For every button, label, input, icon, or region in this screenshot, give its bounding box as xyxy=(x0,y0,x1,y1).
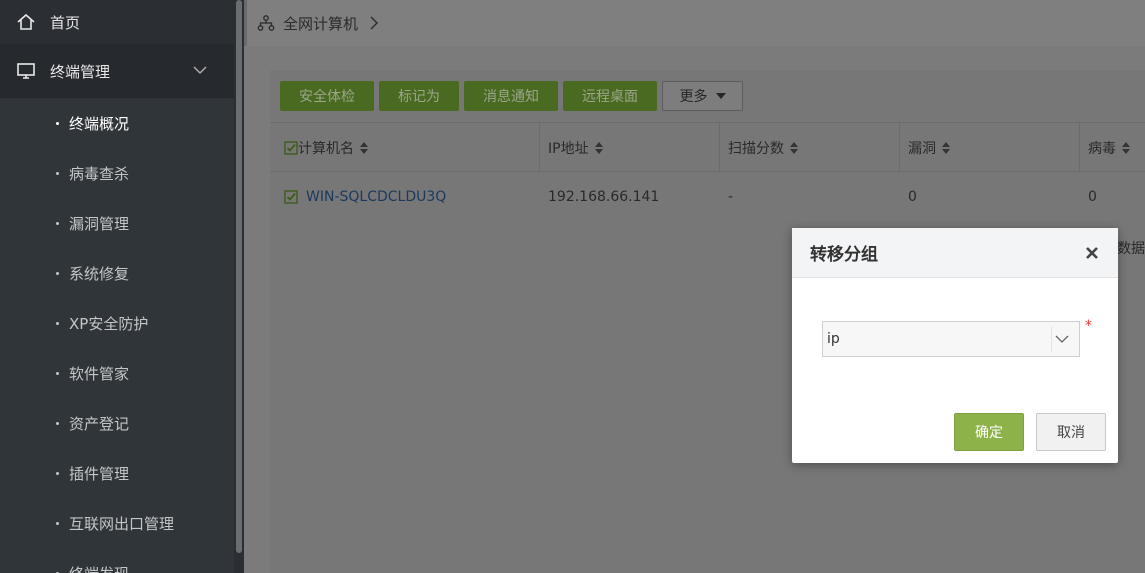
bullet xyxy=(56,471,59,475)
cell-computer-name[interactable]: WIN-SQLCDCLDU3Q xyxy=(270,172,540,222)
chevron-down-icon[interactable] xyxy=(1055,335,1069,344)
sidebar-item-software[interactable]: 软件管家 xyxy=(0,348,234,398)
sidebar-item-label: 漏洞管理 xyxy=(69,214,130,233)
cell-score: - xyxy=(728,189,734,205)
bullet xyxy=(56,321,59,325)
sidebar-item-label: XP安全防护 xyxy=(69,314,149,333)
cancel-button[interactable]: 取消 xyxy=(1036,413,1106,451)
chevron-right-icon xyxy=(370,16,379,30)
sidebar-item-label: 插件管理 xyxy=(69,464,130,483)
home-icon xyxy=(17,13,35,30)
checkbox-checked-icon[interactable] xyxy=(284,190,298,204)
column-header-label: IP地址 xyxy=(548,141,589,157)
sidebar-item-xp-protection[interactable]: XP安全防护 xyxy=(0,298,234,348)
sidebar-item-label: 终端概况 xyxy=(69,114,130,133)
message-notify-button[interactable]: 消息通知 xyxy=(464,81,558,111)
checkbox-checked-icon[interactable] xyxy=(284,141,298,155)
close-icon[interactable] xyxy=(1085,246,1099,260)
sidebar-item-label: 系统修复 xyxy=(69,264,130,283)
dialog-title: 转移分组 xyxy=(810,245,878,265)
column-header-label: 漏洞 xyxy=(908,141,936,157)
sidebar-item-overview[interactable]: 终端概况 xyxy=(0,98,234,148)
column-header-name[interactable]: 计算机名 xyxy=(270,123,540,173)
column-header-label: 计算机名 xyxy=(298,141,354,157)
cell-vuln: 0 xyxy=(908,189,917,205)
transfer-group-dialog: 转移分组 ip * 确定 取消 xyxy=(792,228,1118,463)
mark-as-button[interactable]: 标记为 xyxy=(379,81,459,111)
sidebar: 首页 终端管理 终端概况 病毒查杀 漏洞管理 系统修复 XP安全防护 软件管家 … xyxy=(0,0,234,573)
group-select-value: ip xyxy=(827,331,840,347)
more-button[interactable]: 更多 xyxy=(662,81,743,111)
sort-icon[interactable] xyxy=(360,142,368,154)
sidebar-item-vulnerability[interactable]: 漏洞管理 xyxy=(0,198,234,248)
sidebar-item-label: 软件管家 xyxy=(69,364,130,383)
sidebar-item-label: 病毒查杀 xyxy=(69,164,130,183)
caret-down-icon xyxy=(715,93,726,99)
column-header-vuln[interactable]: 漏洞 xyxy=(900,123,1080,173)
nav-home[interactable]: 首页 xyxy=(0,0,234,44)
sidebar-item-system-repair[interactable]: 系统修复 xyxy=(0,248,234,298)
monitor-icon xyxy=(17,63,35,79)
sort-icon[interactable] xyxy=(1122,142,1130,154)
sort-icon[interactable] xyxy=(790,142,798,154)
column-header-label: 病毒 xyxy=(1088,141,1116,157)
column-header-virus[interactable]: 病毒 xyxy=(1080,123,1145,173)
toolbar: 安全体检 标记为 消息通知 远程桌面 更多 xyxy=(270,70,1145,122)
computer-name-link[interactable]: WIN-SQLCDCLDU3Q xyxy=(306,189,446,205)
bullet xyxy=(56,171,59,175)
bullet xyxy=(56,221,59,225)
sort-icon[interactable] xyxy=(594,142,603,154)
column-header-score[interactable]: 扫描分数 xyxy=(720,123,900,173)
sidebar-item-label: 互联网出口管理 xyxy=(69,514,175,533)
chevron-down-icon xyxy=(193,66,207,75)
sidebar-item-antivirus[interactable]: 病毒查杀 xyxy=(0,148,234,198)
more-button-label: 更多 xyxy=(679,89,708,105)
sidebar-item-label: 资产登记 xyxy=(69,414,130,433)
sidebar-item-plugins[interactable]: 插件管理 xyxy=(0,448,234,498)
sidebar-item-discovery[interactable]: 终端发现 xyxy=(0,548,234,573)
confirm-button[interactable]: 确定 xyxy=(954,413,1024,451)
select-divider xyxy=(1051,326,1052,352)
cell-virus: 0 xyxy=(1088,189,1097,205)
bullet xyxy=(56,121,59,125)
security-check-button[interactable]: 安全体检 xyxy=(280,81,374,111)
bullet xyxy=(56,521,59,525)
required-marker: * xyxy=(1085,318,1092,334)
nav-home-label: 首页 xyxy=(50,13,81,32)
bullet xyxy=(56,371,59,375)
table-header: 计算机名 IP地址 扫描分数 漏洞 病毒 xyxy=(270,122,1145,173)
bullet xyxy=(56,271,59,275)
remote-desktop-button[interactable]: 远程桌面 xyxy=(563,81,657,111)
table-footer-text: 数据 xyxy=(1117,241,1145,257)
table-row[interactable]: WIN-SQLCDCLDU3Q 192.168.66.141 - 0 0 xyxy=(270,172,1145,222)
sidebar-scrollbar[interactable] xyxy=(234,0,244,573)
sort-icon[interactable] xyxy=(942,142,950,154)
nav-group-terminal[interactable]: 终端管理 xyxy=(0,44,234,98)
sidebar-item-internet-exit[interactable]: 互联网出口管理 xyxy=(0,498,234,548)
dialog-header: 转移分组 xyxy=(792,228,1118,278)
sidebar-item-label: 终端发现 xyxy=(69,563,129,573)
group-select[interactable]: ip xyxy=(822,321,1080,357)
sidebar-item-assets[interactable]: 资产登记 xyxy=(0,398,234,448)
column-header-label: 扫描分数 xyxy=(728,141,784,157)
scrollbar-thumb[interactable] xyxy=(236,0,242,553)
sub-nav-list: 终端概况 病毒查杀 漏洞管理 系统修复 XP安全防护 软件管家 资产登记 插件管… xyxy=(0,98,234,573)
nav-group-label: 终端管理 xyxy=(50,62,111,81)
breadcrumb: 全网计算机 xyxy=(244,0,1145,46)
breadcrumb-label[interactable]: 全网计算机 xyxy=(283,13,358,34)
network-icon xyxy=(257,15,275,31)
column-header-ip[interactable]: IP地址 xyxy=(540,123,720,173)
cell-ip: 192.168.66.141 xyxy=(548,189,660,205)
bullet xyxy=(56,421,59,425)
